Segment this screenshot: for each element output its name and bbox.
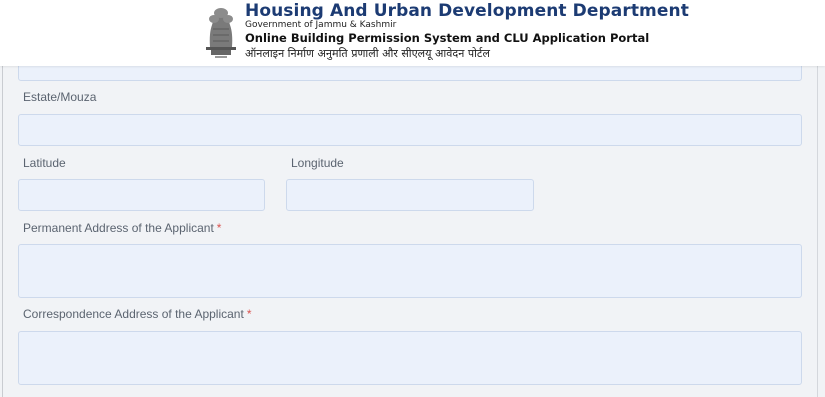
permanent-address-label-text: Permanent Address of the Applicant [23, 221, 214, 235]
longitude-input[interactable] [286, 179, 534, 211]
permanent-address-input[interactable] [18, 244, 802, 298]
department-title: Housing And Urban Development Department [245, 1, 689, 21]
correspondence-address-label-text: Correspondence Address of the Applicant [23, 307, 244, 321]
latitude-label: Latitude [23, 156, 66, 170]
government-subtitle: Government of Jammu & Kashmir [245, 20, 397, 30]
portal-title: Online Building Permission System and CL… [245, 31, 650, 45]
correspondence-address-label: Correspondence Address of the Applicant * [23, 307, 251, 321]
required-marker: * [216, 221, 222, 235]
correspondence-address-input[interactable] [18, 331, 802, 385]
longitude-label: Longitude [291, 156, 344, 170]
required-marker: * [246, 307, 252, 321]
latitude-input[interactable] [18, 179, 265, 211]
site-header: Housing And Urban Development Department… [0, 0, 825, 66]
form-left-border [2, 66, 3, 397]
portal-title-hindi: ऑनलाइन निर्माण अनुमति प्रणाली और सीएलयू … [245, 47, 490, 60]
permanent-address-label: Permanent Address of the Applicant * [23, 221, 221, 235]
national-emblem-icon [206, 8, 236, 58]
estate-mouza-input[interactable] [18, 114, 802, 146]
form-right-border [817, 66, 818, 397]
estate-mouza-label: Estate/Mouza [23, 90, 97, 104]
